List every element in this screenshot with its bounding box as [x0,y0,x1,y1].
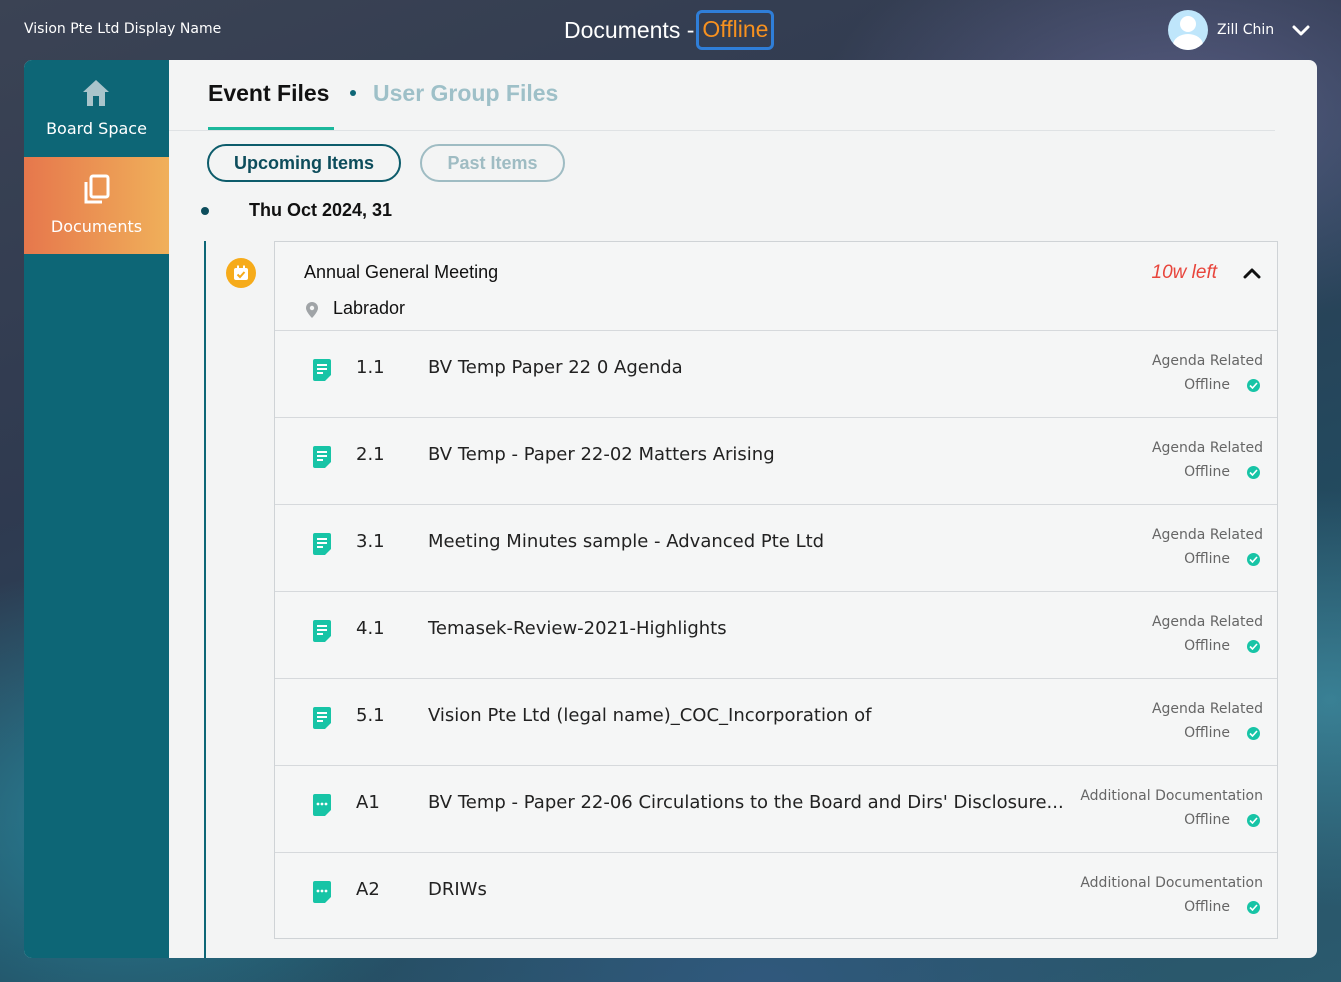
document-number: 5.1 [356,705,385,726]
document-category: Agenda Related [1151,353,1263,369]
tab-user-group-files[interactable]: User Group Files [373,80,558,107]
check-circle-icon [1247,553,1260,566]
doc-dots-icon [313,794,331,820]
tab-bar: Event Files User Group Files [169,60,1275,131]
home-icon [83,80,109,106]
document-row[interactable]: 4.1 Temasek-Review-2021-Highlights Agenda … [275,592,1277,679]
chevron-down-icon[interactable] [1291,20,1311,40]
upcoming-items-button[interactable]: Upcoming Items [207,144,401,182]
document-category: Additional Documentation [1080,788,1263,804]
org-name: Vision Pte Ltd Display Name [24,21,222,37]
past-items-button[interactable]: Past Items [420,144,565,182]
doc-lines-icon [313,533,331,559]
document-title[interactable]: Temasek-Review-2021-Highlights [428,618,727,639]
document-row[interactable]: 5.1 Vision Pte Ltd (legal name)_COC_Incor… [275,679,1277,766]
doc-dots-icon [313,881,331,907]
documents-icon [84,174,110,204]
sidebar-item-documents[interactable]: Documents [24,157,169,254]
doc-lines-icon [313,620,331,646]
doc-lines-icon [313,707,331,733]
chevron-up-icon[interactable] [1243,266,1261,280]
meeting-location: Labrador [333,298,406,318]
sidebar-item-board-space[interactable]: Board Space [24,60,169,157]
document-title[interactable]: BV Temp Paper 22 0 Agenda [428,357,683,378]
tab-separator-dot [350,90,356,96]
event-card: Annual General Meeting 10w left Labrador… [274,241,1278,939]
check-circle-icon [1247,640,1260,653]
calendar-icon [226,258,256,288]
offline-status-label: Offline [1184,725,1230,741]
check-circle-icon [1247,379,1260,392]
offline-status-label: Offline [1184,899,1230,915]
document-title[interactable]: DRIWs [428,879,487,900]
document-row[interactable]: 1.1 BV Temp Paper 22 0 Agenda Agenda Relat… [275,331,1277,418]
avatar[interactable] [1168,10,1208,50]
document-category: Agenda Related [1151,701,1263,717]
document-title[interactable]: Meeting Minutes sample - Advanced Pte Lt… [428,531,824,552]
document-row[interactable]: A2 DRIWs Additional Documentation Offline [275,853,1277,940]
location-pin-icon [306,302,318,318]
sidebar: Board Space Documents [24,60,169,958]
page-title: Documents - Offline [564,9,775,51]
document-number: 1.1 [356,357,385,378]
document-title[interactable]: BV Temp - Paper 22-06 Circulations to th… [428,792,1064,813]
event-card-header[interactable]: Annual General Meeting 10w left Labrador [275,242,1277,331]
document-number: A1 [356,792,380,813]
sidebar-item-label: Board Space [46,119,147,138]
doc-lines-icon [313,446,331,472]
check-circle-icon [1247,466,1260,479]
document-category: Additional Documentation [1080,875,1263,891]
content-area: Event Files User Group Files Upcoming It… [169,60,1317,958]
doc-lines-icon [313,359,331,385]
document-category: Agenda Related [1151,527,1263,543]
user-name[interactable]: Zill Chin [1217,22,1274,38]
sidebar-item-label: Documents [50,217,143,236]
document-category: Agenda Related [1151,614,1263,630]
offline-status-label: Offline [1184,377,1230,393]
offline-status-label: Offline [1184,464,1230,480]
offline-status-label: Offline [1184,551,1230,567]
check-circle-icon [1247,814,1260,827]
document-row[interactable]: 3.1 Meeting Minutes sample - Advanced Pte… [275,505,1277,592]
document-category: Agenda Related [1151,440,1263,456]
check-circle-icon [1247,901,1260,914]
document-number: A2 [356,879,380,900]
document-number: 4.1 [356,618,385,639]
tab-event-files[interactable]: Event Files [208,80,329,107]
time-left-badge: 10w left [1151,262,1217,283]
offline-status-label: Offline [1184,638,1230,654]
page-title-text: Documents - [564,16,695,43]
document-row[interactable]: 2.1 BV Temp - Paper 22-02 Matters Arising… [275,418,1277,505]
offline-status-badge[interactable]: Offline [696,10,775,50]
document-title[interactable]: BV Temp - Paper 22-02 Matters Arising [428,444,775,465]
document-row[interactable]: A1 BV Temp - Paper 22-06 Circulations to … [275,766,1277,853]
event-date: Thu Oct 2024, 31 [249,200,393,220]
timeline-line [204,241,206,958]
user-menu[interactable]: Zill Chin [1168,10,1311,50]
timeline-dot [201,207,209,215]
check-circle-icon [1247,727,1260,740]
document-number: 2.1 [356,444,385,465]
offline-status-label: Offline [1184,812,1230,828]
document-number: 3.1 [356,531,385,552]
document-title[interactable]: Vision Pte Ltd (legal name)_COC_Incorpor… [428,705,871,726]
meeting-title: Annual General Meeting [304,262,499,282]
main-panel: Board Space Documents Event Files User G… [24,60,1317,958]
active-tab-indicator [208,127,334,130]
